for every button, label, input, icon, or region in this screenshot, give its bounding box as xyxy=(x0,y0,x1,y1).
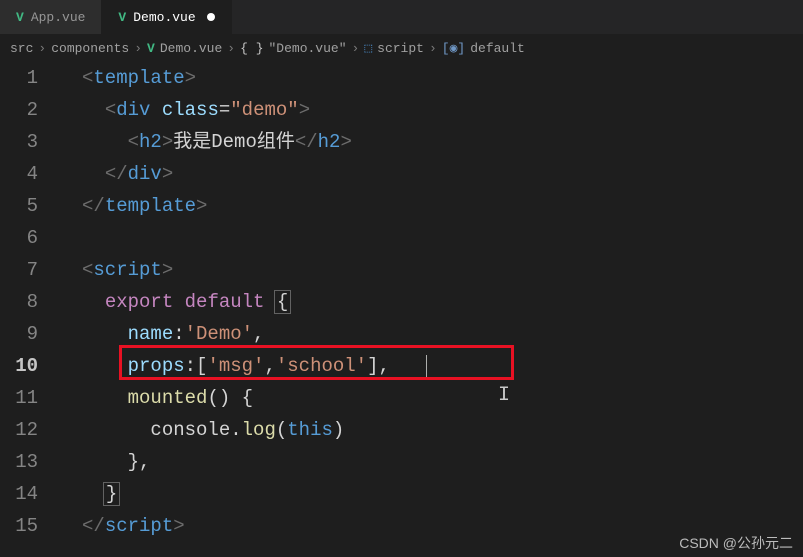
variable-icon: [◉] xyxy=(442,41,465,56)
tab-demo-vue[interactable]: V Demo.vue xyxy=(102,0,231,34)
bc-segment[interactable]: Demo.vue xyxy=(160,41,222,56)
line-number-gutter: 1 2 3 4 5 6 7 8 9 10 11 12 13 14 15 xyxy=(0,62,56,542)
watermark: CSDN @公孙元二 xyxy=(679,533,793,553)
chevron-right-icon: › xyxy=(134,41,142,56)
chevron-right-icon: › xyxy=(429,41,437,56)
line-number: 12 xyxy=(0,414,38,446)
line-number: 6 xyxy=(0,222,38,254)
tab-app-vue[interactable]: V App.vue xyxy=(0,0,102,34)
line-number: 2 xyxy=(0,94,38,126)
chevron-right-icon: › xyxy=(227,41,235,56)
line-number: 9 xyxy=(0,318,38,350)
code-line[interactable]: </div> xyxy=(56,158,803,190)
code-line[interactable]: <div class="demo"> xyxy=(56,94,803,126)
code-line[interactable]: <template> xyxy=(56,62,803,94)
code-line[interactable]: name:'Demo', xyxy=(56,318,803,350)
code-editor[interactable]: 1 2 3 4 5 6 7 8 9 10 11 12 13 14 15 <tem… xyxy=(0,62,803,542)
tab-label: Demo.vue xyxy=(133,10,195,25)
unsaved-dot-icon xyxy=(207,13,215,21)
line-number: 5 xyxy=(0,190,38,222)
line-number: 4 xyxy=(0,158,38,190)
code-line[interactable] xyxy=(56,222,803,254)
code-line[interactable]: }, xyxy=(56,446,803,478)
chevron-right-icon: › xyxy=(38,41,46,56)
vue-icon: V xyxy=(118,10,126,25)
line-number: 14 xyxy=(0,478,38,510)
line-number: 1 xyxy=(0,62,38,94)
bc-segment[interactable]: "Demo.vue" xyxy=(269,41,347,56)
code-line[interactable]: mounted() { xyxy=(56,382,803,414)
breadcrumb[interactable]: src › components › V Demo.vue › { } "Dem… xyxy=(0,35,803,62)
line-number: 7 xyxy=(0,254,38,286)
line-number: 13 xyxy=(0,446,38,478)
vue-icon: V xyxy=(147,41,155,56)
code-area[interactable]: <template> <div class="demo"> <h2>我是Demo… xyxy=(56,62,803,542)
line-number: 8 xyxy=(0,286,38,318)
bc-segment[interactable]: default xyxy=(470,41,525,56)
bc-segment[interactable]: script xyxy=(377,41,424,56)
code-line[interactable]: <h2>我是Demo组件</h2> xyxy=(56,126,803,158)
line-number: 11 xyxy=(0,382,38,414)
line-number-current: 10 xyxy=(0,350,38,382)
code-line[interactable]: export default { xyxy=(56,286,803,318)
code-line[interactable]: console.log(this) xyxy=(56,414,803,446)
tab-bar: V App.vue V Demo.vue xyxy=(0,0,803,35)
line-number: 15 xyxy=(0,510,38,542)
code-line[interactable]: } xyxy=(56,478,803,510)
bc-segment[interactable]: src xyxy=(10,41,33,56)
bc-segment[interactable]: components xyxy=(51,41,129,56)
code-line[interactable]: </template> xyxy=(56,190,803,222)
script-icon: ⬚ xyxy=(364,41,372,56)
code-line[interactable]: <script> xyxy=(56,254,803,286)
code-line[interactable]: props:['msg','school'], xyxy=(56,350,803,382)
chevron-right-icon: › xyxy=(352,41,360,56)
tab-label: App.vue xyxy=(31,10,86,25)
braces-icon: { } xyxy=(240,41,263,56)
line-number: 3 xyxy=(0,126,38,158)
vue-icon: V xyxy=(16,10,24,25)
